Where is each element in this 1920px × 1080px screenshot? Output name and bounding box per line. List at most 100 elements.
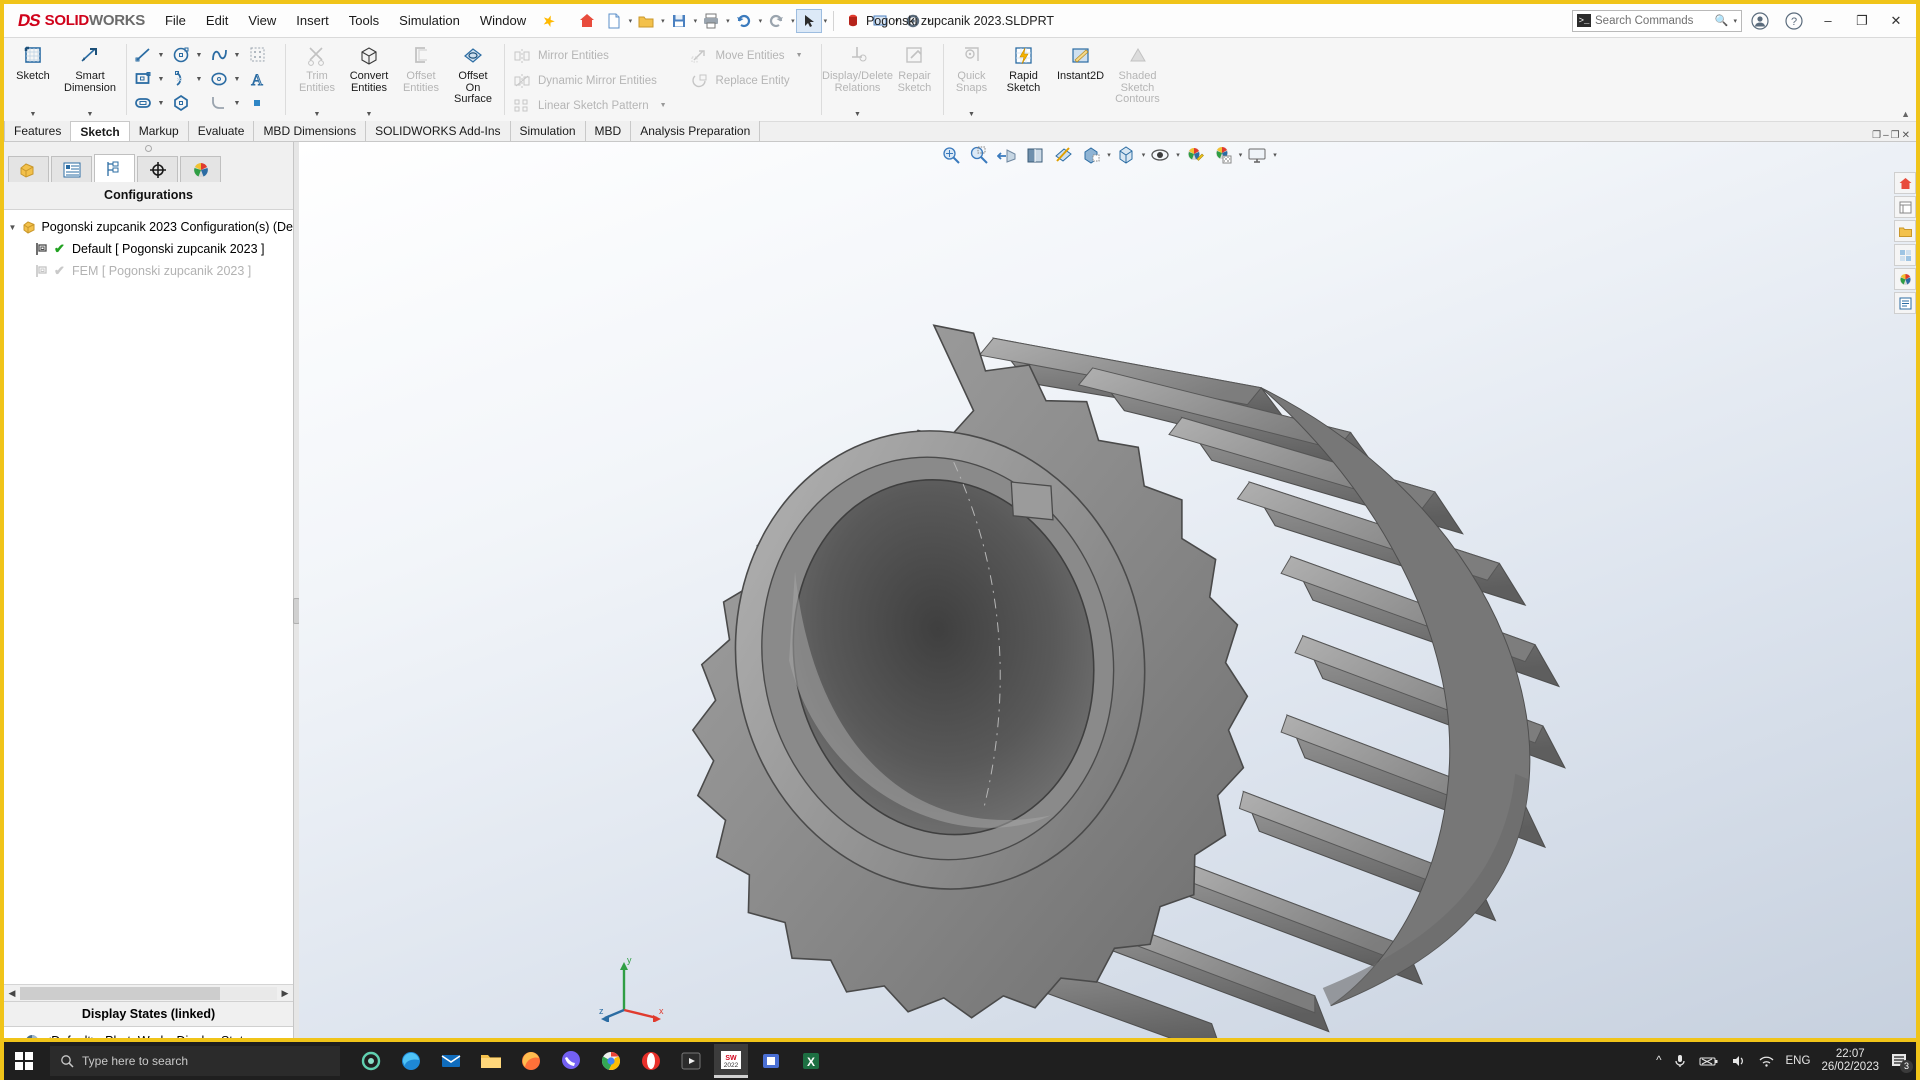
- trim-entities-button[interactable]: Trim Entities ▼: [291, 38, 343, 121]
- menu-item-edit[interactable]: Edit: [196, 9, 238, 32]
- zoom-to-fit-icon[interactable]: [938, 143, 964, 167]
- arc-tool[interactable]: ▼: [168, 67, 206, 91]
- view-cube-icon[interactable]: [1113, 143, 1139, 167]
- taskbar-search-box[interactable]: Type here to search: [50, 1046, 340, 1076]
- panel-collapse-handle[interactable]: [4, 142, 293, 154]
- print-icon[interactable]: [698, 9, 724, 33]
- slot-dropdown[interactable]: ▼: [156, 100, 166, 107]
- language-indicator[interactable]: ENG: [1786, 1055, 1811, 1067]
- view-settings-dropdown[interactable]: ▾: [1273, 151, 1277, 159]
- ellipse-tool[interactable]: ▼: [206, 67, 244, 91]
- rectangle-dropdown[interactable]: ▼: [156, 76, 166, 83]
- trim-entities-dropdown[interactable]: ▼: [314, 111, 321, 118]
- taskbar-clock[interactable]: 22:07 26/02/2023: [1821, 1048, 1879, 1074]
- spline-tool[interactable]: ▼: [206, 43, 244, 67]
- circle-tool[interactable]: ▼: [168, 43, 206, 67]
- select-cursor-icon[interactable]: [795, 8, 822, 33]
- appearances-scenes-icon[interactable]: [1894, 268, 1916, 290]
- tab-evaluate[interactable]: Evaluate: [188, 121, 255, 141]
- tree-node-default[interactable]: ✔ Default [ Pogonski zupcanik 2023 ]: [4, 238, 293, 260]
- tab-analysis-preparation[interactable]: Analysis Preparation: [631, 121, 761, 141]
- tree-node-fem[interactable]: ✔ FEM [ Pogonski zupcanik 2023 ]: [4, 260, 293, 282]
- view-orientation-icon[interactable]: [1050, 143, 1076, 167]
- menu-item-window[interactable]: Window: [470, 9, 536, 32]
- minimize-button[interactable]: –: [1812, 8, 1844, 34]
- line-tool[interactable]: ▼: [130, 43, 168, 67]
- scroll-right-icon[interactable]: ▶: [277, 988, 293, 999]
- tab-features[interactable]: Features: [4, 121, 72, 141]
- menu-item-view[interactable]: View: [238, 9, 286, 32]
- circle-dropdown[interactable]: ▼: [194, 52, 204, 59]
- new-document-icon[interactable]: [601, 9, 627, 33]
- move-entities-dropdown[interactable]: ▼: [796, 52, 803, 59]
- doc-maximize-button[interactable]: ❐: [1891, 130, 1900, 141]
- zoom-to-area-icon[interactable]: [966, 143, 992, 167]
- search-commands-box[interactable]: >_ Search Commands 🔍 ▾: [1572, 9, 1742, 32]
- viber-icon[interactable]: [554, 1044, 588, 1078]
- display-style-dropdown[interactable]: ▾: [1107, 151, 1111, 159]
- tab-markup[interactable]: Markup: [129, 121, 189, 141]
- dimxpert-manager-tab[interactable]: [137, 156, 178, 182]
- redo-icon[interactable]: [763, 9, 789, 33]
- mail-icon[interactable]: [434, 1044, 468, 1078]
- ellipse-dropdown[interactable]: ▼: [232, 76, 242, 83]
- undo-dropdown[interactable]: ▾: [759, 17, 763, 25]
- doc-restore-button[interactable]: ❐: [1872, 130, 1881, 141]
- hide-show-items-icon[interactable]: [1147, 143, 1173, 167]
- scroll-track[interactable]: [20, 986, 277, 1000]
- edit-appearance-icon[interactable]: [1182, 143, 1208, 167]
- redo-dropdown[interactable]: ▾: [791, 17, 795, 25]
- notifications-icon[interactable]: 3: [1890, 1052, 1913, 1073]
- display-manager-tab[interactable]: [180, 156, 221, 182]
- custom-properties-icon[interactable]: [1894, 292, 1916, 314]
- search-magnifier-icon[interactable]: 🔍: [1715, 14, 1729, 27]
- pattern-select-tool[interactable]: [244, 43, 282, 67]
- tree-horizontal-scrollbar[interactable]: ◀ ▶: [4, 984, 293, 1001]
- display-delete-relations-button[interactable]: Display/Delete Relations ▼: [822, 38, 893, 121]
- wifi-icon[interactable]: [1758, 1054, 1775, 1068]
- line-dropdown[interactable]: ▼: [156, 52, 166, 59]
- open-folder-dropdown[interactable]: ▾: [661, 17, 665, 25]
- quick-snaps-button[interactable]: Quick Snaps ▼: [946, 38, 998, 121]
- instant2d-button[interactable]: Instant2D: [1050, 38, 1112, 121]
- polygon-tool[interactable]: [168, 91, 206, 115]
- speaker-icon[interactable]: [1731, 1054, 1747, 1068]
- user-account-icon[interactable]: [1744, 8, 1776, 34]
- display-style-icon[interactable]: [1078, 143, 1104, 167]
- undo-icon[interactable]: [731, 9, 757, 33]
- save-icon[interactable]: [666, 9, 692, 33]
- teams-icon[interactable]: [754, 1044, 788, 1078]
- tab-sketch[interactable]: Sketch: [71, 121, 130, 141]
- offset-on-surface-button[interactable]: Offset On Surface: [447, 38, 499, 121]
- opera-icon[interactable]: [634, 1044, 668, 1078]
- dynamic-mirror-item[interactable]: Dynamic Mirror Entities: [507, 68, 671, 93]
- firefox-icon[interactable]: [514, 1044, 548, 1078]
- save-dropdown[interactable]: ▾: [694, 17, 698, 25]
- rectangle-tool[interactable]: ▼: [130, 67, 168, 91]
- ribbon-collapse-icon[interactable]: ▲: [1901, 109, 1910, 119]
- tab-mbd[interactable]: MBD: [585, 121, 632, 141]
- fillet-dropdown[interactable]: ▼: [232, 100, 242, 107]
- doc-close-button[interactable]: ✕: [1902, 130, 1910, 141]
- tab-solidworks-add-ins[interactable]: SOLIDWORKS Add-Ins: [366, 121, 511, 141]
- smart-dimension-dropdown[interactable]: ▼: [87, 111, 94, 118]
- shaded-sketch-contours-button[interactable]: Shaded Sketch Contours: [1112, 38, 1164, 121]
- feature-manager-tab[interactable]: [8, 156, 49, 182]
- maximize-button[interactable]: ❐: [1846, 8, 1878, 34]
- hide-show-dropdown[interactable]: ▾: [1176, 151, 1180, 159]
- file-explorer-icon[interactable]: [474, 1044, 508, 1078]
- edge-icon[interactable]: [394, 1044, 428, 1078]
- task-pane-design-library-icon[interactable]: [1894, 196, 1916, 218]
- search-dropdown-icon[interactable]: ▾: [1733, 17, 1737, 25]
- open-folder-icon[interactable]: [633, 9, 659, 33]
- display-style-quick-icon[interactable]: [867, 9, 893, 33]
- smart-dimension-button[interactable]: Smart Dimension ▼: [59, 38, 121, 121]
- scroll-left-icon[interactable]: ◀: [4, 988, 20, 999]
- replace-entity-item[interactable]: Replace Entity: [685, 68, 807, 93]
- property-manager-tab[interactable]: [51, 156, 92, 182]
- close-button[interactable]: ✕: [1880, 8, 1912, 34]
- options-dropdown[interactable]: ▾: [928, 17, 932, 25]
- file-explorer-icon[interactable]: [1894, 220, 1916, 242]
- mirror-entities-item[interactable]: Mirror Entities: [507, 43, 671, 68]
- home-icon[interactable]: [574, 9, 600, 33]
